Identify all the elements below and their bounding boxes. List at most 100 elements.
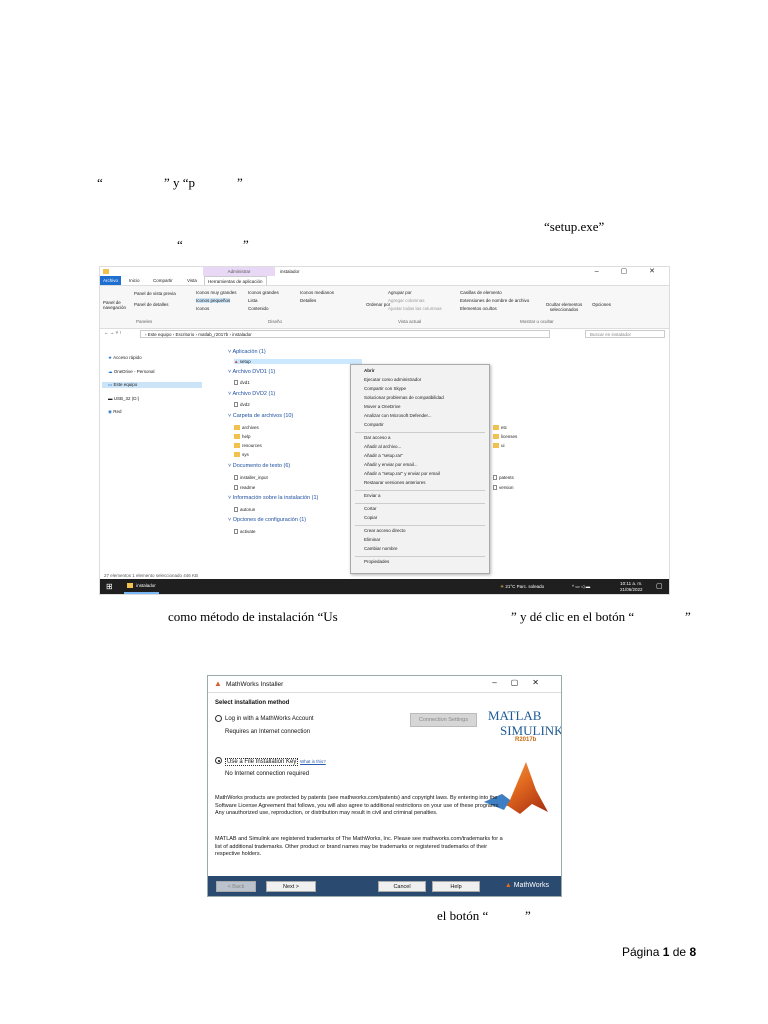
search-input[interactable]: Buscar en instalador xyxy=(585,330,665,338)
nav-this-pc[interactable]: ▭ Este equipo xyxy=(102,382,202,388)
windows-start-icon[interactable]: ⊞ xyxy=(106,579,113,594)
group-by-button[interactable]: Agrupar por xyxy=(388,290,412,295)
folder-licenses[interactable]: licenses xyxy=(493,434,517,440)
help-button[interactable]: Help xyxy=(432,881,480,892)
layout-list[interactable]: Lista xyxy=(248,298,258,303)
group-opciones[interactable]: ˅ Opciones de configuración (1) xyxy=(228,517,306,523)
details-pane-button[interactable]: Panel de detalles xyxy=(134,302,169,307)
title-divider xyxy=(208,692,561,693)
nav-label: OneDrive - Personal xyxy=(113,369,155,374)
next-button[interactable]: Next > xyxy=(266,881,316,892)
window-controls[interactable]: – ▢ ✕ xyxy=(595,267,665,276)
layout-large-icons[interactable]: Iconos grandes xyxy=(248,290,279,295)
file-activate[interactable]: activate xyxy=(234,529,256,535)
group-documentos[interactable]: ˅ Documento de texto (6) xyxy=(228,463,290,469)
checkbox-hidden-items[interactable]: Elementos ocultos xyxy=(460,306,497,311)
ctx-cut[interactable]: Cortar xyxy=(364,506,377,511)
tray-icons[interactable]: ^ ▭ ◁ ▬ xyxy=(572,579,590,594)
option-file-key-note: No Internet connection required xyxy=(225,771,310,777)
connection-settings-button[interactable]: Connection Settings xyxy=(410,713,477,727)
file-dvd2[interactable]: dvd2 xyxy=(234,402,250,408)
layout-content[interactable]: Contenido xyxy=(248,306,269,311)
back-button[interactable]: < Back xyxy=(216,881,256,892)
ctx-share-skype[interactable]: Compartir con Skype xyxy=(364,386,406,391)
tab-compartir[interactable]: Compartir xyxy=(150,276,176,285)
group-informacion[interactable]: ˅ Información sobre la instalación (1) xyxy=(228,495,318,501)
folder-icon xyxy=(493,434,499,440)
options-button[interactable]: Opciones xyxy=(592,302,611,307)
add-columns-button[interactable]: Agregar columnas xyxy=(388,298,425,303)
ctx-restore-versions[interactable]: Restaurar versiones anteriores xyxy=(364,480,426,485)
radio-login[interactable] xyxy=(215,715,222,722)
checkbox-item-boxes[interactable]: Casillas de elemento xyxy=(460,290,502,295)
layout-icons[interactable]: Iconos xyxy=(196,306,209,311)
ctx-add-rar-email[interactable]: Añadir a "setup.rar" y enviar por email xyxy=(364,471,440,476)
hide-selected-button[interactable]: Ocultar elementos seleccionados xyxy=(544,302,584,312)
ctx-share[interactable]: Compartir xyxy=(364,422,384,427)
folder-etc[interactable]: etc xyxy=(493,425,507,431)
nav-quick-access[interactable]: ★ Acceso rápido xyxy=(108,355,142,361)
ctx-add-email[interactable]: Añadir y enviar por email... xyxy=(364,462,418,467)
tab-herramientas[interactable]: Herramientas de aplicación xyxy=(204,276,267,285)
ctx-give-access[interactable]: Dar acceso a xyxy=(364,435,391,440)
group-dvd2[interactable]: ˅ Archivo DVD2 (1) xyxy=(228,391,275,397)
weather-widget[interactable]: ☀ 21°C Parc. soleado xyxy=(500,579,544,594)
layout-small-icons[interactable]: Iconos pequeños xyxy=(196,298,231,303)
preview-pane-button[interactable]: Panel de vista previa xyxy=(134,291,176,296)
nav-pane-button[interactable]: Panel de navegación xyxy=(103,300,131,310)
file-readme[interactable]: readme xyxy=(234,485,255,491)
group-dvd1[interactable]: ˅ Archivo DVD1 (1) xyxy=(228,369,275,375)
file-autorun[interactable]: autorun xyxy=(234,507,255,513)
ctx-delete[interactable]: Eliminar xyxy=(364,537,380,542)
ctx-send-to[interactable]: Enviar a xyxy=(364,493,381,498)
file-setup[interactable]: ▲ setup xyxy=(234,359,362,364)
nav-arrows-icon[interactable]: ← → ˅ ↑ xyxy=(104,330,122,335)
whats-this-link[interactable]: What is this? xyxy=(300,759,326,764)
notifications-icon[interactable]: ▢ xyxy=(656,579,663,594)
file-installer-input[interactable]: installer_input xyxy=(234,475,268,481)
quote-close-1: ” xyxy=(237,175,243,190)
ctx-move-onedrive[interactable]: Mover a OneDrive xyxy=(364,404,401,409)
folder-help[interactable]: help xyxy=(234,434,251,440)
nav-onedrive[interactable]: ☁ OneDrive - Personal xyxy=(108,369,155,375)
ctx-properties[interactable]: Propiedades xyxy=(364,559,389,564)
group-carpetas[interactable]: ˅ Carpeta de archivos (10) xyxy=(228,413,293,419)
app-tools-tab[interactable]: Administrar xyxy=(203,267,275,276)
ctx-rename[interactable]: Cambiar nombre xyxy=(364,546,398,551)
group-aplicacion[interactable]: ˅ Aplicación (1) xyxy=(228,349,266,355)
clock[interactable]: 10:11 a. m. 21/06/2022 xyxy=(620,581,643,593)
ctx-create-shortcut[interactable]: Crear acceso directo xyxy=(364,528,406,533)
file-version[interactable]: version xyxy=(493,485,514,491)
folder-archives[interactable]: archives xyxy=(234,425,259,431)
ctx-troubleshoot[interactable]: Solucionar problemas de compatibilidad xyxy=(364,395,444,400)
ctx-defender[interactable]: Analizar con Microsoft Defender... xyxy=(364,413,432,418)
file-dvd1[interactable]: dvd1 xyxy=(234,380,250,386)
ctx-add-rar[interactable]: Añadir a "setup.rar" xyxy=(364,453,403,458)
checkbox-extensions[interactable]: Extensiones de nombre de archivo xyxy=(460,298,529,303)
folder-ui[interactable]: ui xyxy=(493,443,505,449)
ctx-open[interactable]: Abrir xyxy=(364,368,375,373)
layout-medium-icons[interactable]: Iconos medianos xyxy=(300,290,334,295)
layout-details[interactable]: Detalles xyxy=(300,298,316,303)
ctx-add-archive[interactable]: Añadir al archivo... xyxy=(364,444,401,449)
ctx-copy[interactable]: Copiar xyxy=(364,515,377,520)
folder-resources[interactable]: resources xyxy=(234,443,262,449)
fit-columns-button[interactable]: Ajustar todas las columnas xyxy=(388,306,442,311)
address-bar[interactable]: › Este equipo › Escritorio › matlab_r201… xyxy=(140,330,550,338)
file-patents[interactable]: patents xyxy=(493,475,514,481)
folder-sys[interactable]: sys xyxy=(234,452,249,458)
tab-inicio[interactable]: Inicio xyxy=(126,276,143,285)
option-login-label[interactable]: Log in with a MathWorks Account xyxy=(225,716,314,722)
installer-window-controls[interactable]: –▢✕ xyxy=(492,678,553,687)
radio-file-key[interactable] xyxy=(215,757,222,764)
nav-usb[interactable]: ▬ USB_32 (D:) xyxy=(108,396,139,401)
ctx-run-as-admin[interactable]: Ejecutar como administrador xyxy=(364,377,421,382)
option-file-key-label[interactable]: Use a File Installation Key xyxy=(225,758,299,766)
tab-archivo[interactable]: Archivo xyxy=(100,276,122,285)
tab-vista[interactable]: Vista xyxy=(184,276,200,285)
sort-by-button[interactable]: Ordenar por xyxy=(366,302,390,307)
taskbar-app-instalador[interactable]: instalador xyxy=(124,579,159,594)
cancel-button[interactable]: Cancel xyxy=(378,881,426,892)
layout-xl-icons[interactable]: Iconos muy grandes xyxy=(196,290,237,295)
nav-network[interactable]: ◉ Red xyxy=(108,409,121,415)
